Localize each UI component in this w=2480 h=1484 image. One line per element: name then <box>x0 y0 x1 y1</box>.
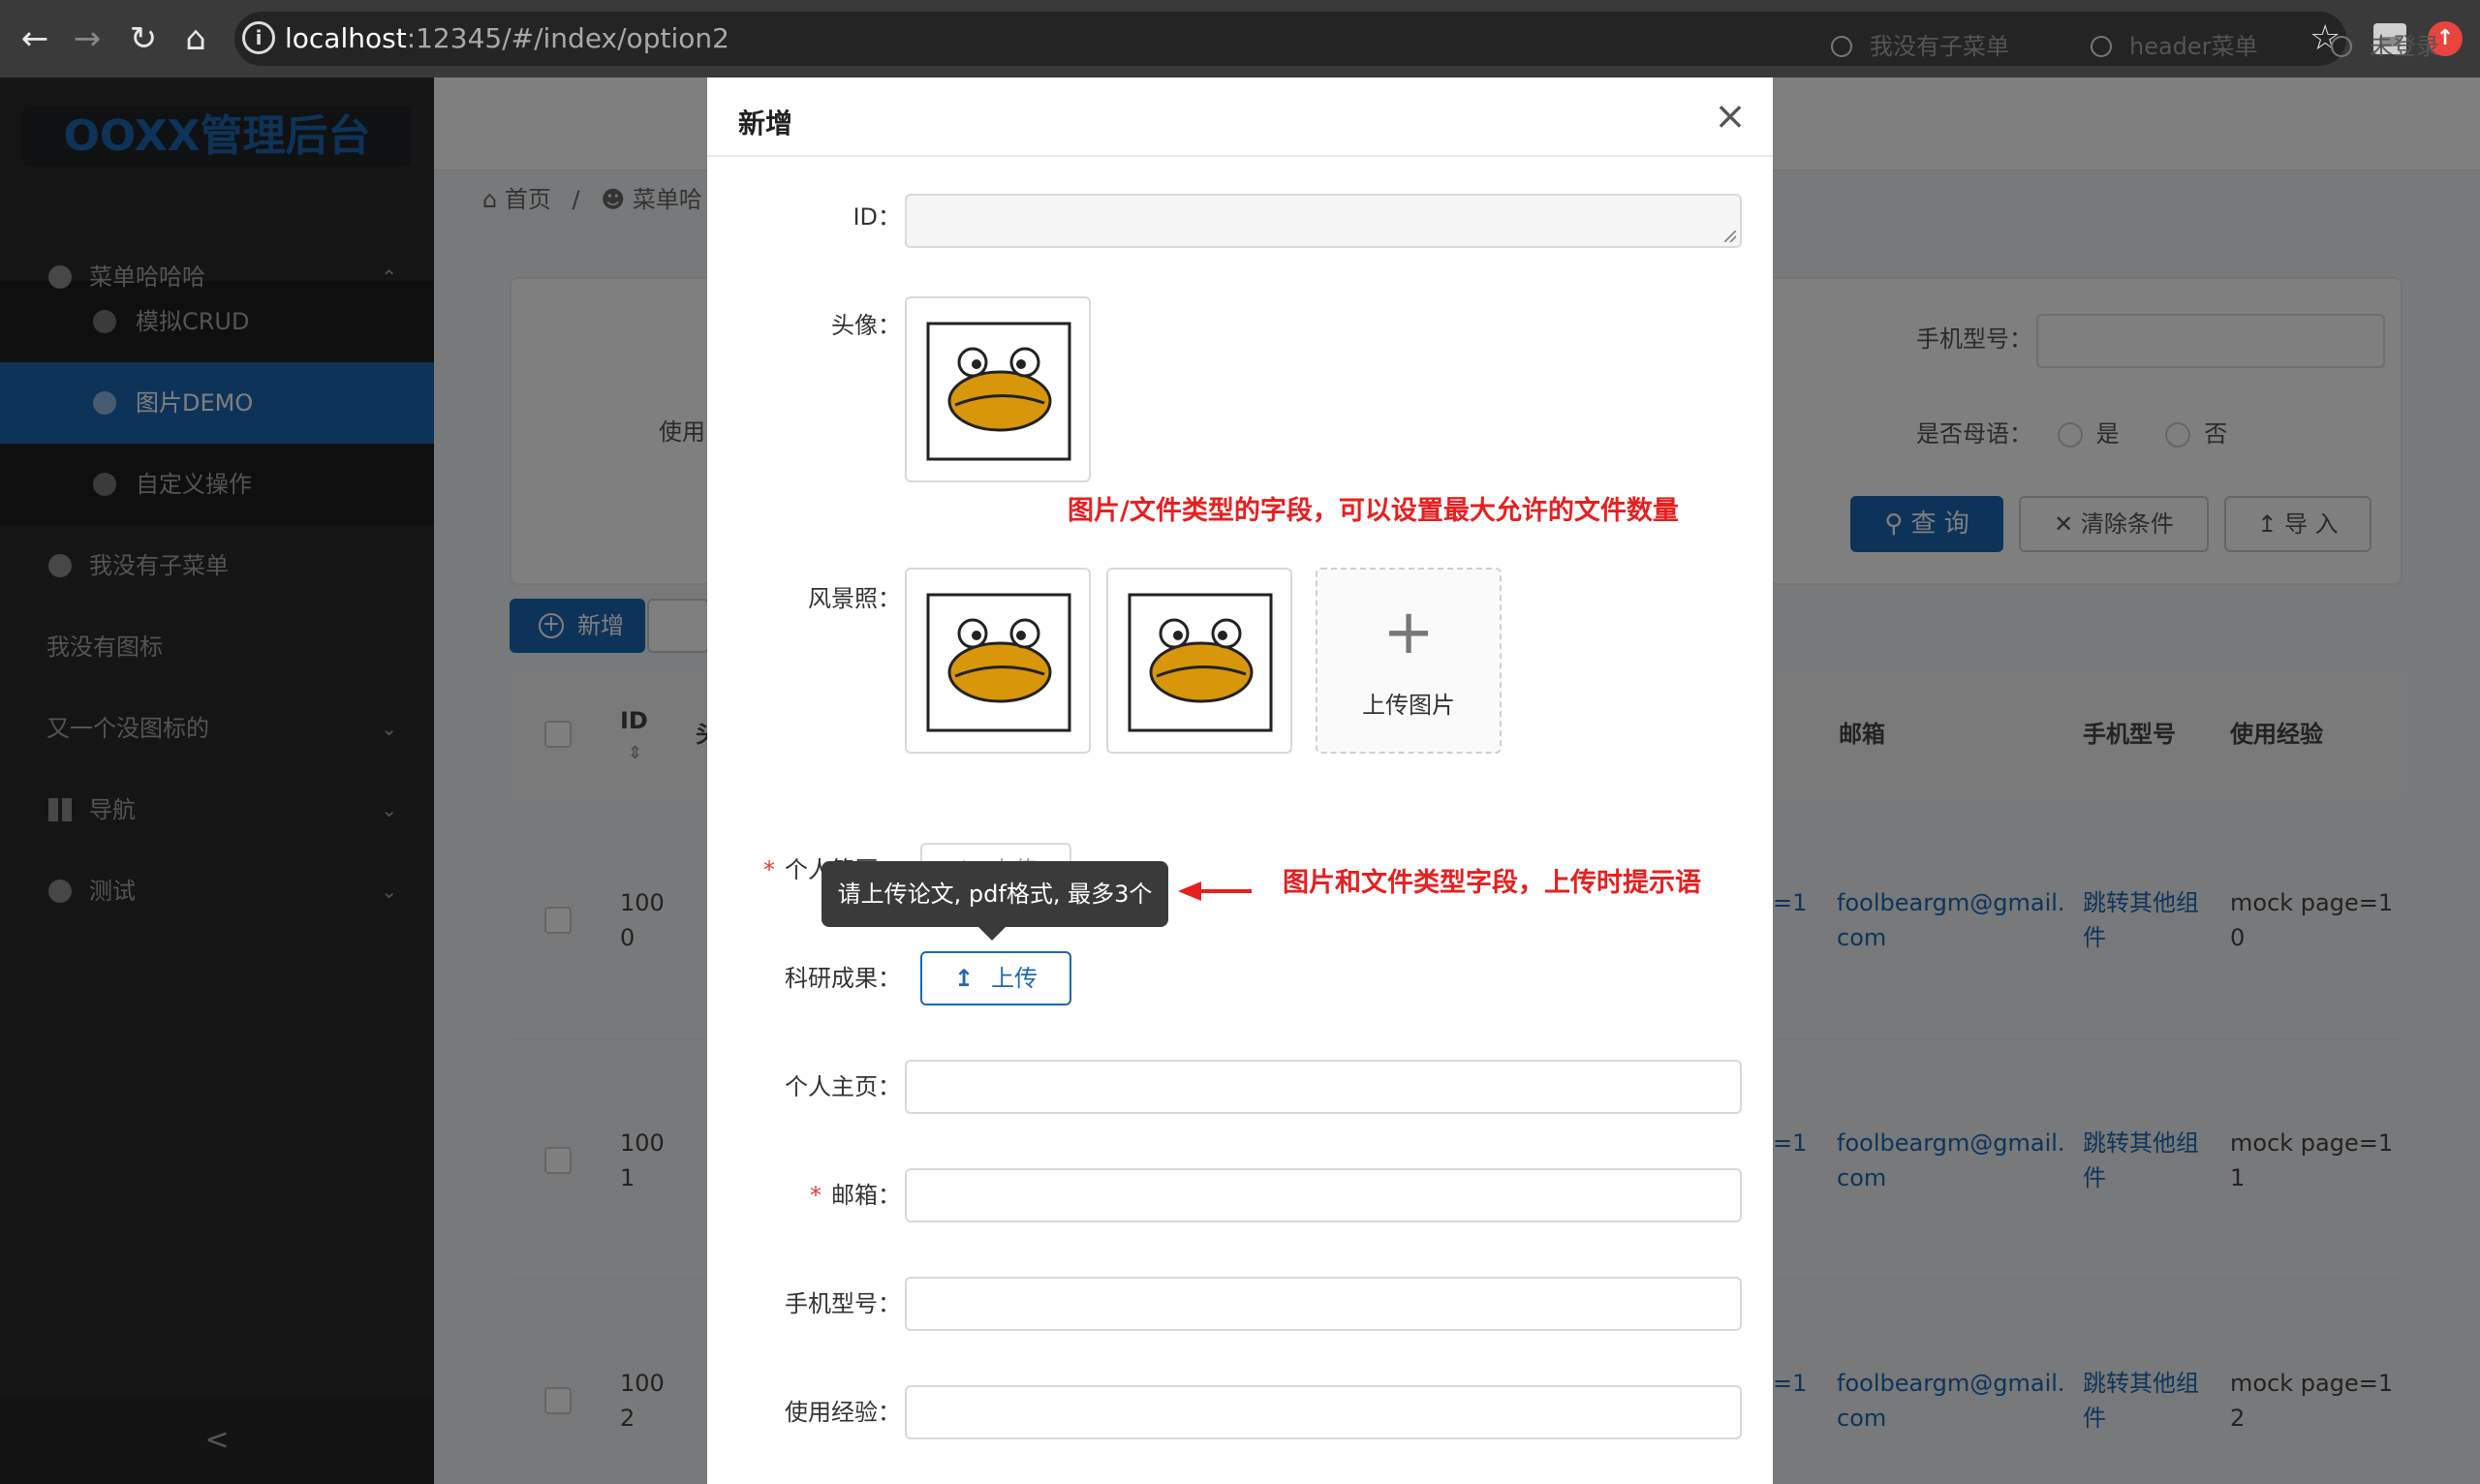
label-research: 科研成果： <box>785 965 901 992</box>
scenery-thumbnail-1[interactable] <box>905 568 1091 754</box>
experience-input[interactable] <box>905 1385 1742 1439</box>
duck-image <box>926 593 1071 732</box>
user-icon <box>2331 36 2352 57</box>
duck-image <box>926 322 1071 461</box>
label-avatar: 头像： <box>831 312 901 339</box>
homepage-input[interactable] <box>905 1060 1742 1114</box>
upload-image-card[interactable]: + 上传图片 <box>1316 568 1502 754</box>
plus-icon: + <box>1382 597 1435 668</box>
header-link-header-menu[interactable]: header菜单 <box>2091 25 2258 68</box>
label-scenery: 风景照： <box>808 585 901 612</box>
research-upload-button[interactable]: ↥ 上传 <box>920 951 1071 1005</box>
modal-header-divider <box>707 155 1773 157</box>
resize-handle-icon[interactable] <box>1724 231 1736 242</box>
annotation-upload-hint: 图片和文件类型字段，上传时提示语 <box>1283 868 1701 898</box>
back-icon[interactable]: ← <box>16 19 54 58</box>
label-email: * 邮箱： <box>810 1182 901 1209</box>
forward-icon[interactable]: → <box>68 19 107 58</box>
duck-image <box>1128 593 1273 732</box>
close-icon[interactable]: × <box>1711 97 1750 136</box>
label-phone: 手机型号： <box>785 1290 901 1317</box>
scenery-thumbnail-2[interactable] <box>1106 568 1292 754</box>
home-icon[interactable]: ⌂ <box>176 19 215 58</box>
label-homepage: 个人主页： <box>785 1073 901 1100</box>
reload-icon[interactable]: ↻ <box>124 19 163 58</box>
id-textarea[interactable] <box>905 194 1742 248</box>
url-text[interactable]: localhost:12345/#/index/option2 <box>285 20 729 57</box>
modal-title: 新增 <box>738 108 793 139</box>
avatar-thumbnail[interactable] <box>905 296 1091 482</box>
phone-input[interactable] <box>905 1277 1742 1331</box>
setting-icon <box>1831 36 1852 57</box>
add-modal: 新增 × ID： 头像： 风景照： + 上传图片 * 科研成果： ↥ 上传 个人… <box>707 77 1773 1484</box>
label-id: ID： <box>852 203 901 231</box>
header-link-login[interactable]: 未登录 <box>2331 25 2439 68</box>
upload-hint-tooltip: 请上传论文, pdf格式, 最多3个 <box>822 861 1168 941</box>
required-mark: * <box>763 856 775 883</box>
annotation-arrow-line <box>1197 889 1252 893</box>
team-icon <box>2091 36 2112 57</box>
site-info-icon[interactable]: i <box>242 21 275 54</box>
label-experience: 使用经验： <box>785 1399 901 1426</box>
required-mark: * <box>810 1182 822 1209</box>
email-input[interactable] <box>905 1168 1742 1222</box>
upload-image-label: 上传图片 <box>1362 692 1455 719</box>
header-link-no-submenu[interactable]: 我没有子菜单 <box>1831 25 2009 68</box>
upload-icon: ↥ <box>953 965 975 992</box>
annotation-file-count: 图片/文件类型的字段，可以设置最大允许的文件数量 <box>1068 496 1679 526</box>
